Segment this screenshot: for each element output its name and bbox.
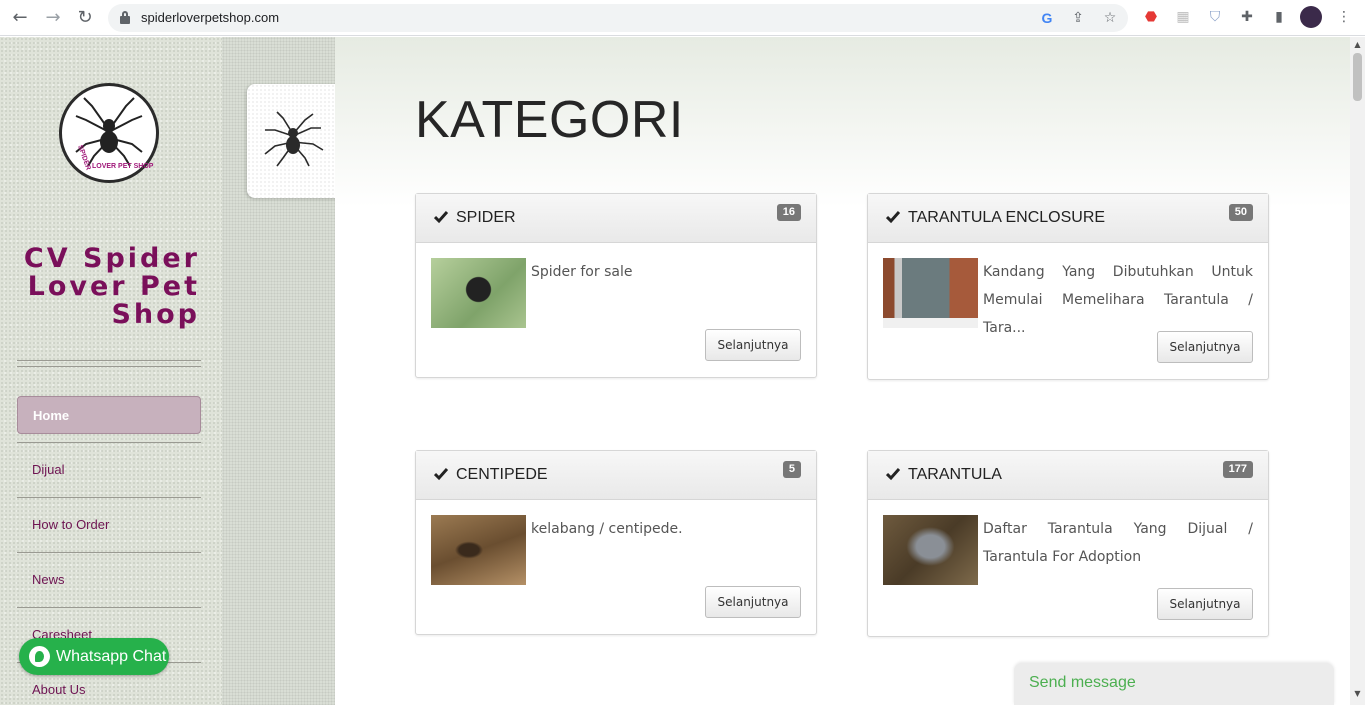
card-description: Spider for sale [531,264,633,280]
tarantula-thumbnail[interactable] [883,515,978,585]
card-header[interactable]: CENTIPEDE 5 [416,451,816,500]
card-title[interactable]: TARANTULA ENCLOSURE [908,209,1105,227]
check-icon [886,468,900,481]
forward-icon[interactable]: → [42,7,64,29]
back-icon[interactable]: ← [9,7,31,29]
card-description: kelabang / centipede. [531,521,683,537]
menu-item-home[interactable]: Home [17,396,201,434]
card-header[interactable]: SPIDER 16 [416,194,816,243]
puzzle-icon[interactable]: ✚ [1237,7,1257,27]
star-icon[interactable]: ☆ [1101,9,1119,27]
selanjutnya-button[interactable]: Selanjutnya [1157,331,1253,363]
count-badge: 50 [1228,204,1253,221]
adblock-extension-icon[interactable]: ⬣ [1141,7,1161,27]
spider-tab[interactable] [247,84,338,198]
menu-item-news[interactable]: News [17,561,201,599]
whatsapp-icon [29,646,50,667]
scroll-down-icon[interactable]: ▼ [1353,689,1362,698]
google-icon[interactable]: G [1038,9,1056,27]
menu-item-how-to-order[interactable]: How to Order [17,506,201,544]
category-card-tarantula: TARANTULA 177 Daftar Tarantula Yang Diju… [867,450,1269,637]
count-badge: 177 [1222,461,1253,478]
shield-extension-icon[interactable]: ⛉ [1205,7,1225,27]
category-card-spider: SPIDER 16 Spider for sale Selanjutnya [415,193,817,378]
card-title[interactable]: CENTIPEDE [456,466,548,484]
card-header[interactable]: TARANTULA ENCLOSURE 50 [868,194,1268,243]
sidebar: SPIDER LOVER PET SHOP CV Spider Lover Pe… [0,37,222,705]
site-title[interactable]: CV Spider Lover Pet Shop [10,245,200,329]
enclosure-thumbnail[interactable] [883,258,978,328]
svg-text:LOVER PET SHOP: LOVER PET SHOP [92,163,154,170]
menu-item-about-us[interactable]: About Us [17,671,201,705]
spider-icon [264,111,324,167]
whatsapp-chat-button[interactable]: Whatsapp Chat [19,638,169,675]
centipede-thumbnail[interactable] [431,515,526,585]
svg-text:SPIDER: SPIDER [76,144,91,171]
url-text: spiderloverpetshop.com [141,10,280,25]
scroll-up-icon[interactable]: ▲ [1353,40,1362,49]
share-icon[interactable]: ⇪ [1069,9,1087,27]
whatsapp-chat-label: Whatsapp Chat [56,648,167,665]
selanjutnya-button[interactable]: Selanjutnya [705,329,801,361]
lock-icon[interactable] [120,11,130,24]
scrollbar[interactable]: ▲ ▼ [1350,37,1365,705]
check-icon [434,211,448,224]
divider [17,497,201,498]
scroll-thumb[interactable] [1353,53,1362,101]
card-description: Daftar Tarantula Yang Dijual / Tarantula… [983,521,1253,565]
card-title[interactable]: SPIDER [456,209,516,227]
check-icon [886,211,900,224]
grid-extension-icon[interactable]: ▦ [1173,7,1193,27]
selanjutnya-button[interactable]: Selanjutnya [1157,588,1253,620]
divider [17,442,201,443]
sidepanel-icon[interactable]: ▮ [1269,7,1289,27]
divider [17,607,201,608]
card-description: Kandang Yang Dibutuhkan Untuk Memulai Me… [983,264,1253,336]
spider-thumbnail[interactable] [431,258,526,328]
card-header[interactable]: TARANTULA 177 [868,451,1268,500]
category-card-tarantula-enclosure: TARANTULA ENCLOSURE 50 Kandang Yang Dibu… [867,193,1269,380]
menu-item-dijual[interactable]: Dijual [17,451,201,489]
category-card-centipede: CENTIPEDE 5 kelabang / centipede. Selanj… [415,450,817,635]
count-badge: 5 [782,461,801,478]
site-logo[interactable]: SPIDER LOVER PET SHOP [59,83,159,183]
card-title[interactable]: TARANTULA [908,466,1002,484]
page-title: KATEGORI [415,91,684,149]
address-bar[interactable]: spiderloverpetshop.com G ⇪ ☆ [108,4,1128,32]
divider [17,366,201,367]
reload-icon[interactable]: ↻ [74,7,96,29]
browser-toolbar: ← → ↻ spiderloverpetshop.com G ⇪ ☆ ⬣ ▦ ⛉… [0,0,1365,36]
check-icon [434,468,448,481]
divider [17,552,201,553]
send-message-widget[interactable]: Send message [1014,663,1334,705]
profile-avatar[interactable] [1300,6,1322,28]
menu-icon[interactable]: ⋮ [1334,7,1354,27]
selanjutnya-button[interactable]: Selanjutnya [705,586,801,618]
count-badge: 16 [776,204,801,221]
spider-logo-icon: SPIDER LOVER PET SHOP [75,97,154,171]
divider [17,360,201,361]
